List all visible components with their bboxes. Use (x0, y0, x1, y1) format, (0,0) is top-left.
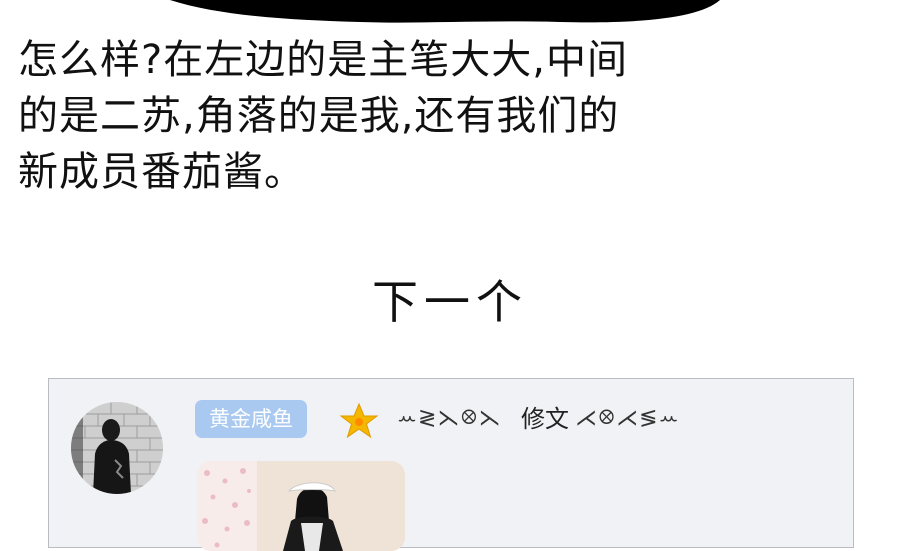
next-heading: 下一个 (372, 275, 528, 329)
caption-line-2: 的是二苏,角落的是我,还有我们的 (18, 93, 620, 139)
caption-text: 怎么样?在左边的是主笔大大,中间 的是二苏,角落的是我,还有我们的 新成员番茄酱… (18, 32, 888, 200)
signature-text: 修文 (521, 405, 569, 433)
signature-decoration-right: ⋌ꕕ⋌≶ꕀ (575, 406, 680, 431)
gold-star-icon (339, 402, 379, 439)
post-photo-image (197, 461, 405, 551)
signature-decoration-left: ꕀ≷⋋ꕕ⋋ (397, 406, 502, 431)
post-photo[interactable] (197, 461, 405, 551)
forum-post-card: 黄金咸鱼 ꕀ≷⋋ꕕ⋋ 修文 ⋌ꕕ⋌≶ꕀ (48, 378, 854, 551)
caption-line-1: 怎么样?在左边的是主笔大大,中间 (18, 37, 628, 83)
avatar-photo (71, 402, 163, 494)
avatar[interactable] (71, 402, 163, 494)
level-badge: 黄金咸鱼 (195, 400, 307, 438)
caption-line-3: 新成员番茄酱。 (18, 149, 305, 195)
